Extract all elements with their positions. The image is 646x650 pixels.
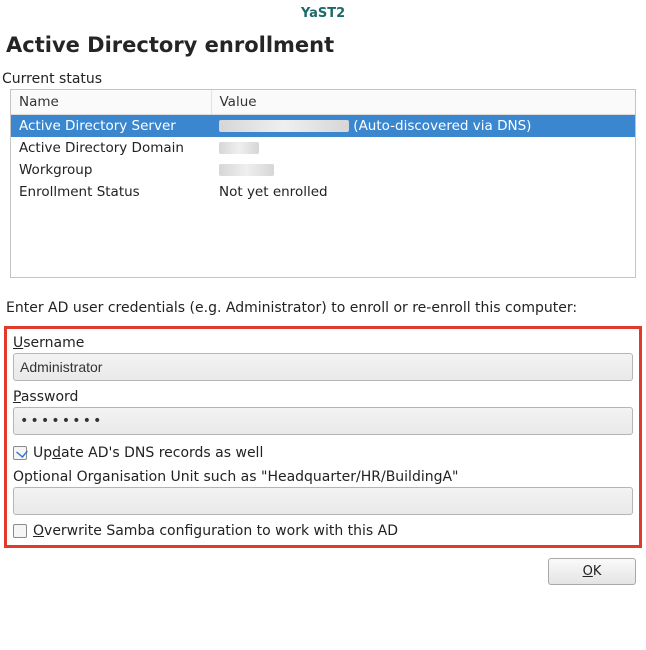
status-table-header-row: Name Value [11,90,635,115]
table-row[interactable]: Workgroup [11,159,635,181]
status-row-name: Active Directory Domain [11,137,211,159]
ou-label: Optional Organisation Unit such as "Head… [13,467,633,487]
table-row[interactable]: Active Directory Server (Auto-discovered… [11,115,635,138]
current-status-label: Current status [0,71,646,89]
status-row-name: Enrollment Status [11,181,211,203]
redacted-icon [219,164,274,176]
ou-input[interactable] [13,487,633,515]
status-row-name: Active Directory Server [11,115,211,138]
page-heading: Active Directory enrollment [0,25,646,71]
window-title: YaST2 [0,0,646,25]
credentials-form: Username Password Update AD's DNS record… [4,326,642,548]
username-label: Username [13,333,633,353]
table-row[interactable]: Enrollment Status Not yet enrolled [11,181,635,203]
table-row[interactable]: Active Directory Domain [11,137,635,159]
password-label: Password [13,387,633,407]
status-row-name: Workgroup [11,159,211,181]
update-dns-label: Update AD's DNS records as well [33,445,263,461]
yast-window: YaST2 Active Directory enrollment Curren… [0,0,646,650]
password-input[interactable] [13,407,633,435]
status-table: Name Value Active Directory Server (Auto… [10,89,636,278]
redacted-icon [219,142,259,154]
button-row: OK [0,548,646,585]
overwrite-samba-label: Overwrite Samba configuration to work wi… [33,523,398,539]
overwrite-samba-row[interactable]: Overwrite Samba configuration to work wi… [13,521,633,539]
update-dns-checkbox[interactable] [13,446,27,460]
redacted-icon [219,120,349,132]
status-col-name[interactable]: Name [11,90,211,115]
status-row-value: Not yet enrolled [211,181,635,203]
overwrite-samba-checkbox[interactable] [13,524,27,538]
status-row-value: (Auto-discovered via DNS) [211,115,635,138]
username-input[interactable] [13,353,633,381]
credentials-instructions: Enter AD user credentials (e.g. Administ… [0,278,646,326]
update-dns-row[interactable]: Update AD's DNS records as well [13,441,633,467]
status-row-value [211,159,635,181]
status-row-value [211,137,635,159]
ok-button[interactable]: OK [548,558,636,585]
status-col-value[interactable]: Value [211,90,635,115]
